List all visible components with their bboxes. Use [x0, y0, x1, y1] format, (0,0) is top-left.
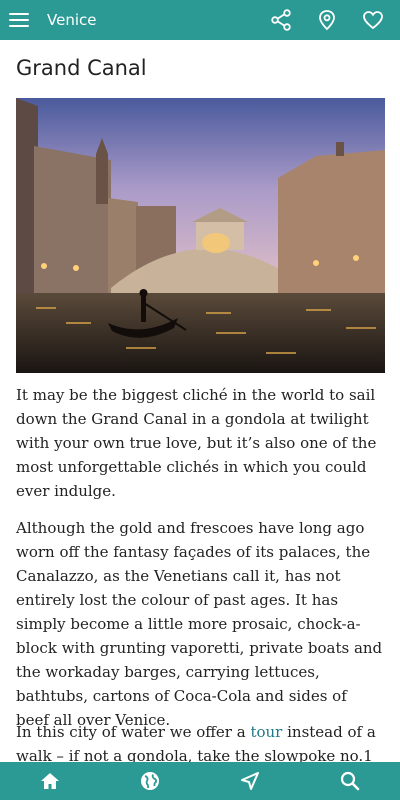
article-paragraph: In this city of water we offer a tour in…: [16, 720, 384, 762]
app-title: Venice: [47, 11, 97, 29]
article-content[interactable]: Grand Canal It may be the biggest cliché…: [0, 40, 400, 762]
home-icon[interactable]: [35, 766, 65, 796]
article-title: Grand Canal: [16, 56, 147, 80]
top-app-bar: Venice: [0, 0, 400, 40]
heart-icon[interactable]: [362, 9, 384, 31]
globe-icon[interactable]: [135, 766, 165, 796]
search-icon[interactable]: [335, 766, 365, 796]
article-paragraph: Although the gold and frescoes have long…: [16, 519, 383, 729]
share-icon[interactable]: [270, 9, 292, 31]
map-pin-icon[interactable]: [316, 9, 338, 31]
tour-link[interactable]: tour: [250, 723, 282, 741]
paragraph-text: In this city of water we offer a: [16, 723, 251, 741]
article-photo: [16, 98, 385, 373]
menu-icon[interactable]: [9, 12, 31, 28]
navigation-icon[interactable]: [235, 766, 265, 796]
bottom-navigation: [0, 762, 400, 800]
article-paragraph: It may be the biggest cliché in the worl…: [16, 386, 377, 500]
